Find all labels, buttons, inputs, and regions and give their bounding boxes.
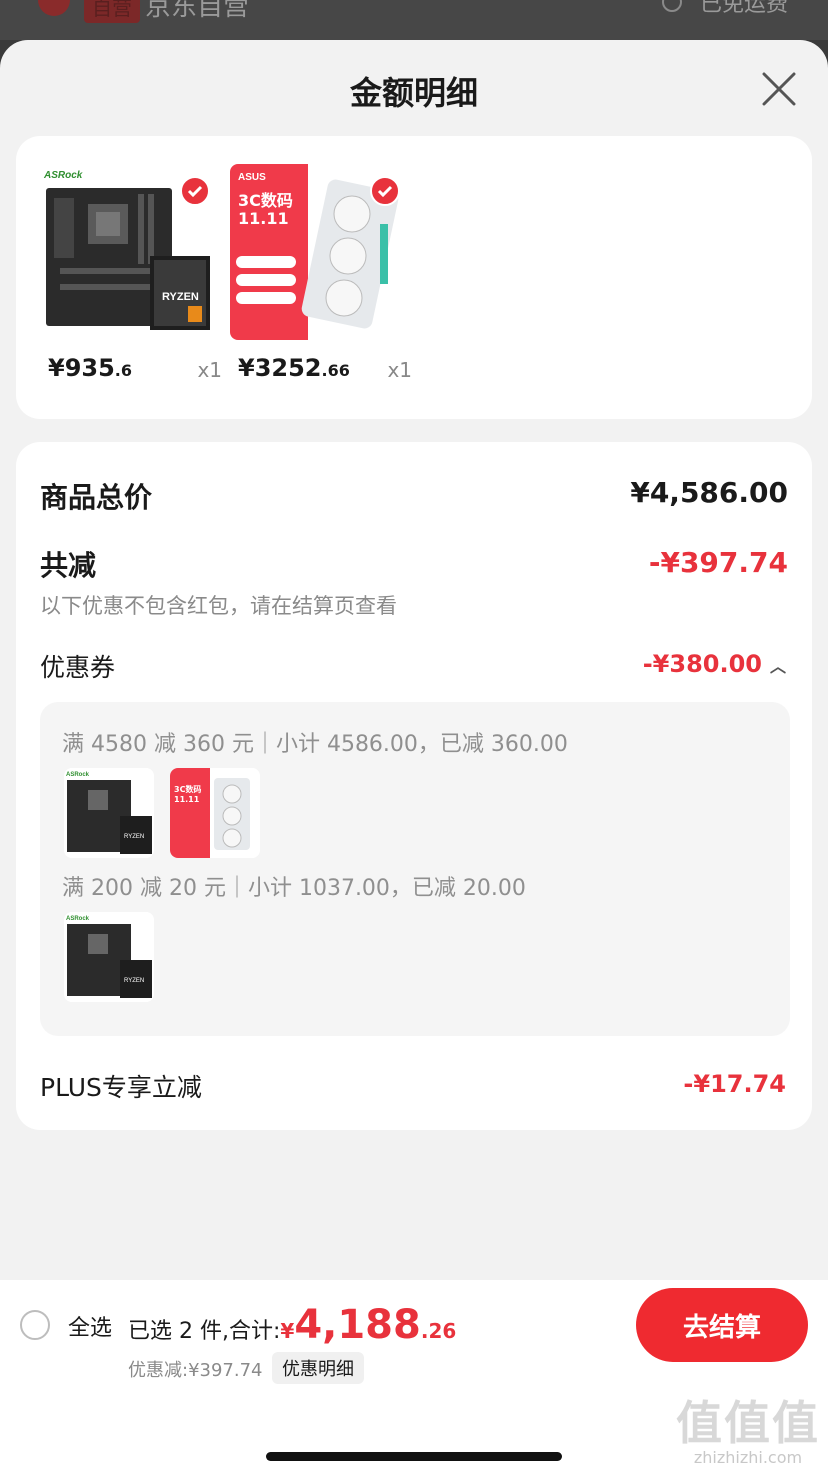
total-summary: 已选 2 件,合计:¥4,188.26 (128, 1302, 456, 1348)
coupon-rule-line: 满 4580 减 360 元｜小计 4586.00，已减 360.00 (62, 732, 568, 757)
svg-text:RYZEN: RYZEN (124, 834, 144, 840)
coupon-rule-line: 满 200 减 20 元｜小计 1037.00，已减 20.00 (62, 876, 526, 901)
close-icon (762, 72, 796, 106)
self-operated-tag: 自营 (84, 0, 140, 23)
svg-text:ASRock: ASRock (66, 916, 90, 922)
svg-text:11.11: 11.11 (238, 209, 289, 228)
bottom-checkout-bar: 全选 已选 2 件,合计:¥4,188.26 优惠减:¥397.74 优惠明细 … (0, 1280, 828, 1477)
svg-text:RYZEN: RYZEN (162, 291, 199, 303)
chevron-up-icon: ︿ (769, 657, 786, 676)
svg-text:ASRock: ASRock (66, 772, 90, 778)
home-indicator[interactable] (266, 1452, 562, 1461)
total-reduce-label: 共减 (40, 549, 97, 582)
shop-name: 京东自营 (145, 0, 250, 22)
svg-text:RYZEN: RYZEN (124, 978, 144, 984)
product-item-motherboard[interactable]: ASRock RYZEN ¥935.6 x1 (40, 164, 222, 382)
grand-total-int: 4,188 (294, 1302, 421, 1348)
product-item-gpu[interactable]: ASUS 3C数码 11.11 ¥3252.66 x1 (230, 164, 412, 382)
coupon-label: 优惠券 (40, 653, 116, 682)
coupon-product-thumb-motherboard: ASRock RYZEN (64, 768, 154, 858)
selected-check-icon (180, 176, 210, 206)
product-price: ¥935.6 (48, 354, 133, 382)
product-price: ¥3252.66 (238, 354, 350, 382)
total-reduce-value: -¥397.74 (648, 546, 788, 579)
discount-detail-link[interactable]: 优惠明细 (272, 1352, 364, 1384)
svg-text:3C数码: 3C数码 (174, 784, 201, 794)
currency-symbol: ¥ (280, 1319, 295, 1343)
total-price-value: ¥4,586.00 (630, 476, 788, 509)
price-details-card: 商品总价 ¥4,586.00 共减 -¥397.74 以下优惠不包含红包，请在结… (16, 442, 812, 1130)
product-qty: x1 (387, 358, 412, 382)
select-all-radio[interactable] (20, 1310, 50, 1340)
close-button[interactable] (760, 70, 798, 108)
total-price-label: 商品总价 (40, 481, 153, 514)
discount-note: 优惠减:¥397.74 (128, 1360, 263, 1381)
watermark: 值值值 zhizhizhi.com (676, 1396, 820, 1467)
coupon-product-thumb-gpu: 3C数码 11.11 (170, 768, 260, 858)
info-icon (662, 0, 682, 12)
product-qty: x1 (197, 358, 222, 382)
checkout-button[interactable]: 去结算 (636, 1288, 808, 1362)
svg-text:ASUS: ASUS (238, 172, 266, 183)
products-card: ASRock RYZEN ¥935.6 x1 ASUS 3C数码 11.11 ¥… (16, 136, 812, 419)
coupon-toggle[interactable]: -¥380.00 ︿ (643, 650, 786, 678)
coupon-product-thumb-motherboard: ASRock RYZEN (64, 912, 154, 1002)
select-all-label[interactable]: 全选 (68, 1310, 112, 1342)
plus-discount-value: -¥17.74 (683, 1070, 786, 1098)
grand-total-dec: .26 (420, 1319, 457, 1343)
svg-text:11.11: 11.11 (174, 795, 200, 804)
coupon-details-box: 满 4580 减 360 元｜小计 4586.00，已减 360.00 ASRo… (40, 702, 790, 1036)
reduce-note: 以下优惠不包含红包，请在结算页查看 (40, 594, 397, 618)
product-image-gpu: ASUS 3C数码 11.11 (230, 164, 406, 340)
freight-text: 已免运费 (699, 0, 788, 17)
selected-check-icon (370, 176, 400, 206)
amount-detail-sheet: 金额明细 ASRock RYZEN ¥935.6 x1 ASUS 3C数码 11… (0, 40, 828, 1477)
svg-text:ASRock: ASRock (43, 170, 83, 181)
plus-discount-label: PLUS专享立减 (40, 1073, 202, 1102)
store-badge-icon (38, 0, 70, 16)
product-image-motherboard: ASRock RYZEN (40, 164, 216, 340)
background-header: 自营 京东自营 已免运费 (0, 0, 828, 40)
selected-count-text: 已选 2 件,合计: (128, 1319, 281, 1344)
coupon-value: -¥380.00 (642, 650, 762, 678)
svg-text:3C数码: 3C数码 (238, 191, 293, 210)
sheet-title: 金额明细 (349, 74, 478, 112)
